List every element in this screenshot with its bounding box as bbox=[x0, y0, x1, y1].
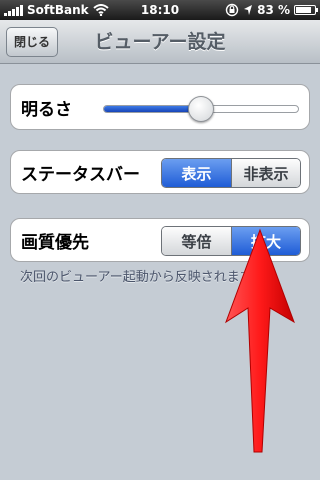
status-bar: SoftBank 18:10 83 % bbox=[0, 0, 320, 20]
statusbar-setting-label: ステータスバー bbox=[21, 164, 140, 185]
wifi-icon bbox=[92, 4, 109, 16]
red-arrow-annotation bbox=[225, 228, 295, 453]
close-button[interactable]: 閉じる bbox=[6, 27, 59, 57]
brightness-slider-fill bbox=[104, 106, 201, 112]
battery-icon bbox=[294, 5, 318, 15]
status-bar-left: SoftBank bbox=[4, 0, 109, 20]
carrier-label: SoftBank bbox=[27, 3, 89, 17]
status-bar-right: 83 % bbox=[225, 0, 318, 20]
brightness-slider[interactable] bbox=[103, 96, 299, 122]
location-icon bbox=[244, 5, 253, 15]
statusbar-segmented-control: 表示 非表示 bbox=[161, 158, 301, 188]
lock-rotation-icon bbox=[225, 3, 239, 17]
statusbar-option-show[interactable]: 表示 bbox=[162, 159, 231, 187]
image-quality-label: 画質優先 bbox=[21, 232, 89, 253]
navigation-bar: ビューアー設定 閉じる bbox=[0, 20, 320, 64]
brightness-group: 明るさ bbox=[10, 84, 310, 130]
brightness-label: 明るさ bbox=[21, 99, 72, 120]
statusbar-option-hide[interactable]: 非表示 bbox=[231, 159, 300, 187]
brightness-slider-thumb[interactable] bbox=[188, 96, 214, 122]
image-quality-option-actual[interactable]: 等倍 bbox=[162, 227, 231, 255]
statusbar-setting-group: ステータスバー 表示 非表示 bbox=[10, 150, 310, 194]
signal-icon bbox=[4, 4, 23, 16]
battery-fill bbox=[296, 7, 311, 13]
battery-label: 83 % bbox=[257, 3, 290, 17]
